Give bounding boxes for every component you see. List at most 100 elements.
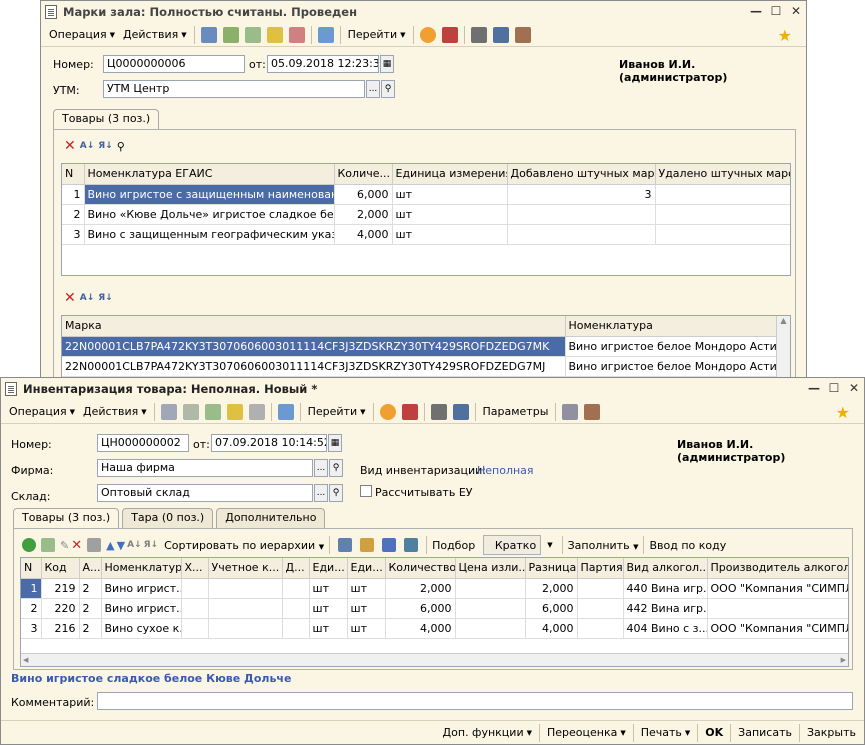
print-menu[interactable]: Печать ▼ [637, 724, 695, 741]
column-header[interactable]: Добавлено штучных марок [507, 164, 656, 185]
table-cell[interactable]: 440 Вина игр... [623, 578, 708, 599]
goto-menu[interactable]: Перейти ▼ [344, 26, 410, 43]
table-row[interactable]: 2 220 2 Вино игрист... шт шт 6,000 6,000 442 Вин… [21, 598, 848, 619]
table-cell[interactable]: 4,000 [525, 618, 578, 639]
column-header[interactable]: Разница [525, 558, 578, 579]
delete-doc-icon[interactable] [288, 26, 305, 43]
warehouse-select-button[interactable]: ... [314, 484, 328, 502]
tab-goods[interactable]: Товары (3 поз.) [53, 109, 160, 129]
table-cell[interactable]: 2 [79, 598, 102, 619]
table-cell[interactable]: шт [392, 224, 508, 245]
barcode-icon[interactable] [514, 26, 531, 43]
revaluation-menu[interactable]: Переоценка ▼ [543, 724, 630, 741]
marks-scrollbar[interactable]: ▲ [776, 316, 790, 382]
table-cell[interactable]: шт [347, 578, 386, 599]
import-icon[interactable] [382, 538, 397, 552]
firm-select-button[interactable]: ... [314, 459, 328, 477]
table-cell[interactable] [707, 598, 848, 619]
goto-menu[interactable]: Перейти ▼ [304, 403, 370, 420]
table-cell[interactable] [455, 618, 526, 639]
table-cell[interactable] [507, 224, 656, 245]
warehouse-field[interactable]: Оптовый склад [97, 484, 313, 502]
select-button[interactable]: ... [366, 80, 380, 98]
date-field[interactable]: 07.09.2018 10:14:52 [211, 434, 327, 452]
table-cell[interactable]: 3 [62, 224, 85, 245]
table-cell[interactable]: 4,000 [334, 224, 393, 245]
date-field[interactable]: 05.09.2018 12:23:38 [267, 55, 379, 73]
calendar-icon[interactable]: ▦ [380, 55, 394, 73]
column-header[interactable]: Количе... [334, 164, 393, 185]
column-header[interactable]: А... [79, 558, 102, 579]
column-header[interactable]: Номенклатура ЕГАИС [84, 164, 335, 185]
calc-eu-checkbox[interactable] [360, 485, 372, 497]
table-cell[interactable] [181, 598, 209, 619]
inv-type-link[interactable]: Неполная [477, 464, 534, 477]
inventory-window-titlebar[interactable]: Инвентаризация товара: Неполная. Новый *… [1, 378, 864, 400]
table-cell[interactable]: 2,000 [385, 578, 456, 599]
number-field[interactable]: ЦН000000002 [97, 434, 189, 452]
table-cell[interactable]: 4,000 [385, 618, 456, 639]
barcode-icon[interactable] [584, 403, 601, 420]
ok-button[interactable]: OK [701, 724, 727, 741]
horizontal-scrollbar[interactable]: ◀ ▶ [21, 653, 848, 666]
post-document-icon[interactable] [160, 403, 177, 420]
table-cell[interactable]: 2 [21, 598, 42, 619]
table-cell[interactable]: Вино игрист... [101, 578, 182, 599]
firm-search-icon[interactable]: ⚲ [329, 459, 343, 477]
table-cell[interactable]: Вино с защищенным географическим указан.… [84, 224, 335, 245]
table-cell[interactable]: 6,000 [334, 184, 393, 205]
save-button[interactable]: Записать [734, 724, 796, 741]
table-cell[interactable]: 2,000 [525, 578, 578, 599]
search-icon[interactable]: ⚲ [381, 80, 395, 98]
comment-field[interactable] [97, 692, 853, 710]
table-cell[interactable]: 1 [21, 578, 42, 599]
close-icon[interactable]: ✕ [786, 1, 806, 21]
table-cell[interactable]: 1 [62, 184, 85, 205]
column-header[interactable]: Код [41, 558, 80, 579]
list-icon[interactable] [470, 26, 487, 43]
column-header[interactable]: Единица измерения [392, 164, 508, 185]
marks-sort-asc-icon[interactable]: А↓ [80, 293, 95, 303]
load-icon[interactable] [360, 538, 375, 552]
operation-menu[interactable]: Операция ▼ [45, 26, 119, 43]
table-cell[interactable]: 6,000 [525, 598, 578, 619]
table-cell[interactable]: шт [392, 204, 508, 225]
sort-asc-icon[interactable]: А↓ [80, 141, 95, 151]
column-header[interactable]: N [21, 558, 42, 579]
table-cell[interactable] [208, 618, 283, 639]
move-down-icon[interactable]: ▼ [117, 539, 125, 552]
refresh-icon[interactable] [182, 403, 199, 420]
hierarchy-icon[interactable] [441, 26, 458, 43]
delete-doc-icon[interactable] [248, 403, 265, 420]
favorite-star-icon[interactable]: ★ [836, 403, 850, 422]
table-cell[interactable] [282, 578, 310, 599]
table-cell[interactable] [655, 184, 790, 205]
table-cell[interactable]: ООО "Компания "СИМПЛ [707, 618, 848, 639]
table-cell[interactable]: 216 [41, 618, 80, 639]
add-row-icon[interactable] [22, 538, 36, 552]
table-cell[interactable]: 404 Вино с з... [623, 618, 708, 639]
warehouse-search-icon[interactable]: ⚲ [329, 484, 343, 502]
column-header[interactable]: Цена изли... [455, 558, 526, 579]
table-cell[interactable] [455, 578, 526, 599]
table-row[interactable]: 3Вино с защищенным географическим указан… [62, 224, 790, 245]
sort-asc-icon[interactable]: А↓ [127, 540, 142, 550]
table-cell[interactable]: Вино игристое белое Мондоро Асти [565, 356, 779, 377]
refresh-icon[interactable] [222, 26, 239, 43]
table-row[interactable]: 2 Вино «Кюве Дольче» игристое сладкое бел… [62, 204, 790, 225]
checklist-icon[interactable] [492, 26, 509, 43]
table-row[interactable]: 22N00001CLB7PA472KY3T3070606003011114CF3… [62, 356, 779, 377]
column-header[interactable]: Д... [282, 558, 310, 579]
number-field[interactable]: Ц0000000006 [103, 55, 245, 73]
table-cell[interactable] [181, 578, 209, 599]
table-cell[interactable]: Вино игристое белое Мондоро Асти [565, 336, 779, 357]
table-cell[interactable] [577, 598, 624, 619]
actions-menu[interactable]: Действия ▼ [79, 403, 151, 420]
table-row[interactable]: 1Вино игристое с защищенным наименование… [62, 184, 790, 205]
column-header[interactable]: Удалено штучных марок [655, 164, 790, 185]
maximize-icon[interactable]: ☐ [824, 378, 844, 398]
post-document-icon[interactable] [200, 26, 217, 43]
table-cell[interactable]: 220 [41, 598, 80, 619]
table-cell[interactable]: 442 Вина игр... [623, 598, 708, 619]
structure-icon[interactable] [277, 403, 294, 420]
